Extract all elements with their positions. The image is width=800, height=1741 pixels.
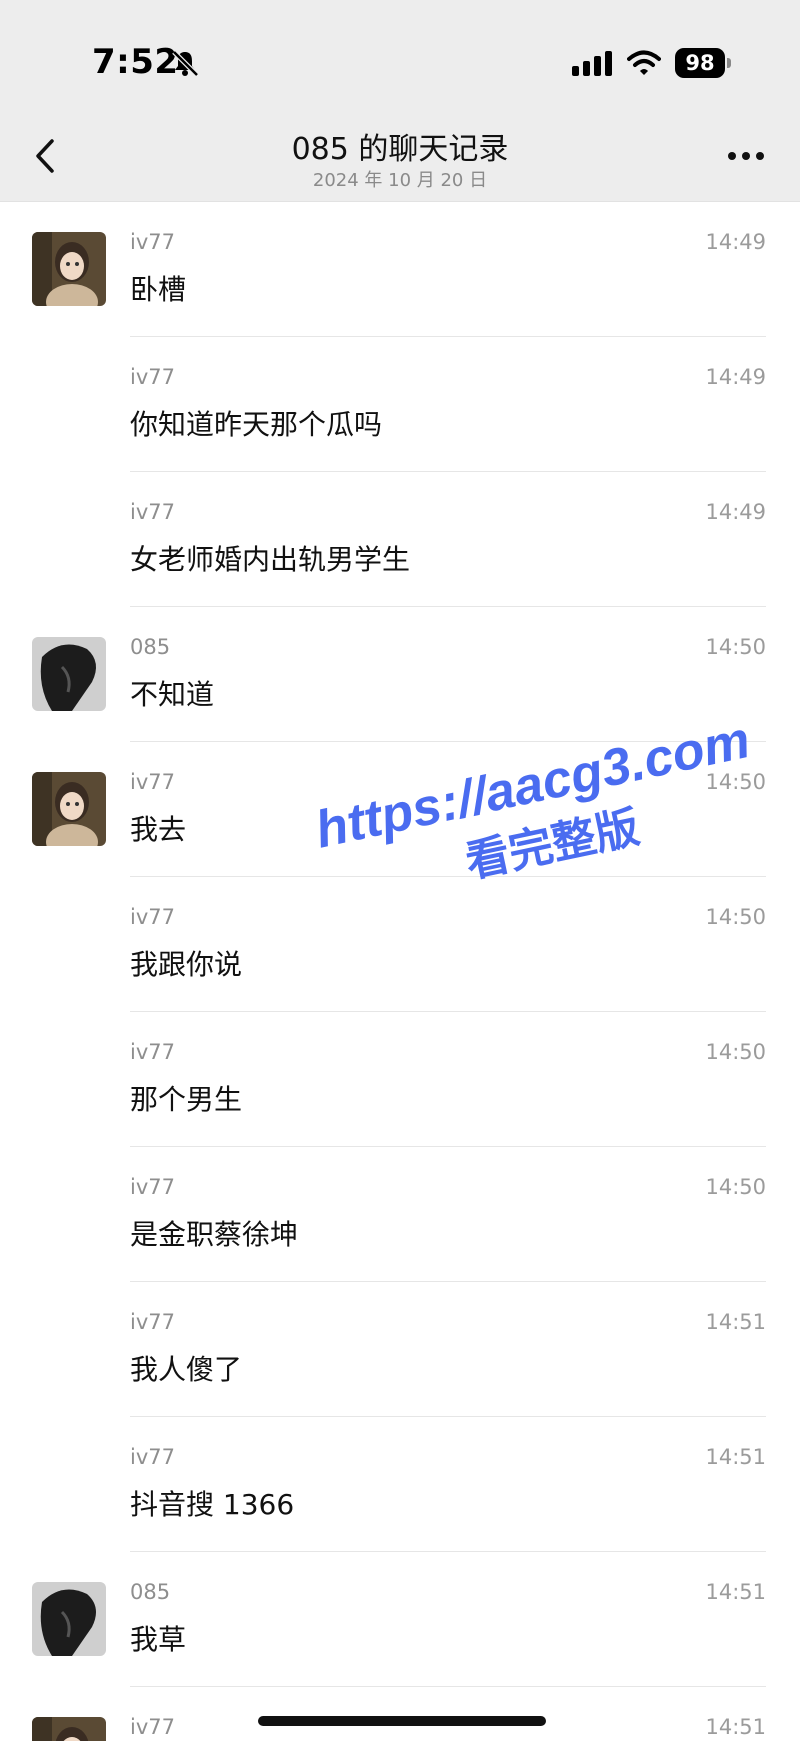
message-text[interactable]: 不知道 xyxy=(130,673,214,713)
message-time: 14:50 xyxy=(705,1040,766,1064)
message-sender: iv77 xyxy=(130,905,175,929)
message-time: 14:51 xyxy=(705,1580,766,1604)
message-text[interactable]: 我去 xyxy=(130,808,186,848)
battery-level: 98 xyxy=(675,48,725,78)
message-time: 14:49 xyxy=(705,365,766,389)
cellular-signal-icon xyxy=(572,51,612,76)
message-sender: iv77 xyxy=(130,1310,175,1334)
message-row[interactable]: iv77 14:50 我去 xyxy=(0,742,800,877)
message-row[interactable]: 085 14:50 不知道 xyxy=(0,607,800,742)
message-text[interactable]: 卧槽 xyxy=(130,268,186,308)
message-text[interactable]: 是金职蔡徐坤 xyxy=(130,1213,298,1253)
message-time: 14:50 xyxy=(705,905,766,929)
avatar-085[interactable] xyxy=(32,1582,106,1656)
message-sender: iv77 xyxy=(130,1445,175,1469)
message-row[interactable]: iv77 14:49 你知道昨天那个瓜吗 xyxy=(0,337,800,472)
avatar-085[interactable] xyxy=(32,637,106,711)
message-row[interactable]: iv77 14:50 我跟你说 xyxy=(0,877,800,1012)
message-row[interactable]: 085 14:51 我草 xyxy=(0,1552,800,1687)
message-text[interactable]: 你知道昨天那个瓜吗 xyxy=(130,403,382,443)
message-list[interactable]: iv77 14:49 卧槽 iv77 14:49 你知道昨天那个瓜吗 iv77 … xyxy=(0,202,800,1741)
message-sender: iv77 xyxy=(130,500,175,524)
message-text[interactable]: 女老师婚内出轨男学生 xyxy=(130,538,410,578)
message-row[interactable]: iv77 14:50 是金职蔡徐坤 xyxy=(0,1147,800,1282)
message-sender: 085 xyxy=(130,1580,171,1604)
message-row[interactable]: iv77 14:51 我人傻了 xyxy=(0,1282,800,1417)
message-row[interactable]: iv77 14:50 那个男生 xyxy=(0,1012,800,1147)
status-bar: 7:52 98 xyxy=(0,0,800,110)
bell-slash-icon xyxy=(172,50,199,77)
message-time: 14:51 xyxy=(705,1715,766,1739)
message-time: 14:50 xyxy=(705,1175,766,1199)
message-sender: iv77 xyxy=(130,365,175,389)
message-text[interactable]: 我人傻了 xyxy=(130,1348,242,1388)
message-text[interactable]: 我跟你说 xyxy=(130,943,242,983)
message-text[interactable]: 那个男生 xyxy=(130,1078,242,1118)
avatar-iv77[interactable] xyxy=(32,232,106,306)
message-sender: iv77 xyxy=(130,1040,175,1064)
battery-tip xyxy=(727,58,731,68)
message-time: 14:50 xyxy=(705,635,766,659)
status-time: 7:52 xyxy=(92,42,179,82)
nav-bar: 085 的聊天记录 2024 年 10 月 20 日 xyxy=(0,110,800,202)
message-time: 14:50 xyxy=(705,770,766,794)
message-sender: iv77 xyxy=(130,1715,175,1739)
message-sender: iv77 xyxy=(130,230,175,254)
message-row[interactable]: iv77 14:49 卧槽 xyxy=(0,202,800,337)
message-sender: iv77 xyxy=(130,770,175,794)
avatar-iv77[interactable] xyxy=(32,772,106,846)
message-row[interactable]: iv77 14:49 女老师婚内出轨男学生 xyxy=(0,472,800,607)
avatar-iv77[interactable] xyxy=(32,1717,106,1741)
home-indicator[interactable] xyxy=(258,1716,546,1726)
page-subtitle-date: 2024 年 10 月 20 日 xyxy=(312,170,488,191)
message-time: 14:51 xyxy=(705,1445,766,1469)
message-row[interactable]: iv77 14:51 xyxy=(0,1687,800,1741)
message-text[interactable]: 抖音搜 1366 xyxy=(130,1483,294,1523)
message-time: 14:49 xyxy=(705,500,766,524)
message-text[interactable]: 我草 xyxy=(130,1618,186,1658)
message-sender: 085 xyxy=(130,635,171,659)
message-row[interactable]: iv77 14:51 抖音搜 1366 xyxy=(0,1417,800,1552)
ellipsis-icon[interactable] xyxy=(726,150,766,162)
page-title: 085 的聊天记录 xyxy=(291,132,509,167)
message-time: 14:51 xyxy=(705,1310,766,1334)
battery-indicator: 98 xyxy=(675,48,731,78)
message-sender: iv77 xyxy=(130,1175,175,1199)
message-time: 14:49 xyxy=(705,230,766,254)
wifi-icon xyxy=(627,50,661,75)
